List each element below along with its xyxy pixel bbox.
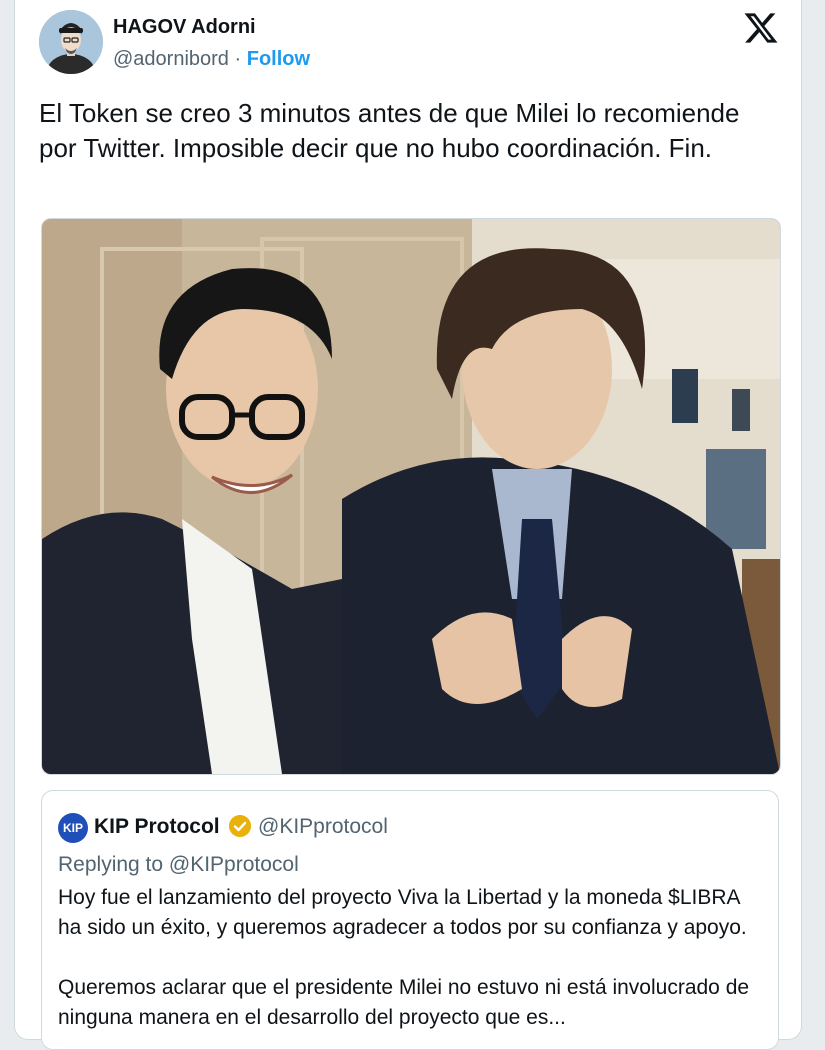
gold-verified-badge-icon (229, 815, 251, 837)
separator-dot: · (234, 48, 242, 70)
replying-to[interactable]: Replying to @KIPprotocol (58, 853, 299, 877)
photo-image (42, 219, 780, 774)
quoted-author-handle[interactable]: @KIPprotocol (258, 815, 388, 839)
tweet-text: El Token se creo 3 minutos antes de que … (39, 98, 740, 163)
tweet-photo[interactable] (41, 218, 781, 775)
tweet-card[interactable]: HAGOV Adorni @adornibord · Follow El Tok… (14, 0, 802, 1050)
author-name[interactable]: HAGOV Adorni (113, 16, 256, 39)
avatar-illustration (39, 10, 103, 74)
quoted-tweet-text: Hoy fue el lanzamiento del proyecto Viva… (58, 886, 750, 1029)
follow-button[interactable]: Follow (247, 48, 310, 70)
quoted-author-name[interactable]: KIP Protocol (94, 815, 220, 839)
author-avatar[interactable] (39, 10, 103, 74)
author-handle[interactable]: @adornibord (113, 48, 229, 70)
author-handle-row: @adornibord · Follow (113, 48, 310, 71)
x-logo-icon[interactable] (743, 10, 779, 46)
quoted-tweet[interactable]: KIP KIP Protocol @KIPprotocol Replying t… (41, 790, 779, 1050)
kip-logo-icon: KIP (58, 813, 88, 843)
